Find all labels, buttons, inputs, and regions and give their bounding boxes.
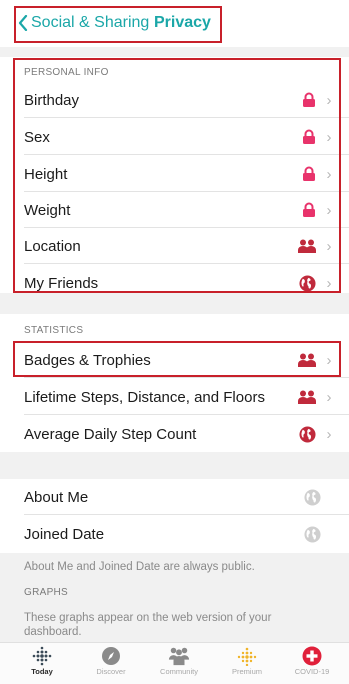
globe-icon (299, 425, 316, 443)
chevron-right-icon: › (326, 388, 332, 406)
globe-icon (304, 525, 321, 543)
page-title: Privacy (154, 14, 211, 31)
red-cross-icon (301, 645, 323, 667)
row-label: About Me (24, 488, 89, 506)
tab-label: Community (160, 667, 198, 676)
tab-label: Today (31, 667, 53, 676)
statistics-header: STATISTICS (24, 325, 84, 336)
compass-icon (100, 645, 122, 667)
row-label: Joined Date (24, 525, 105, 543)
globe-icon (304, 488, 321, 506)
friends-icon (298, 390, 316, 404)
graphs-header: GRAPHS (24, 587, 69, 598)
tab-premium[interactable]: Premium (212, 645, 282, 676)
chevron-left-icon (18, 15, 28, 31)
nav-bar: Social & Sharing Privacy (0, 0, 349, 47)
row-joined-date: Joined Date (0, 516, 349, 552)
graphs-note: These graphs appear on the web version o… (24, 612, 272, 638)
badges-highlight-box (13, 341, 341, 377)
tab-community[interactable]: Community (144, 645, 214, 676)
row-label: Lifetime Steps, Distance, and Floors (24, 388, 265, 406)
tab-bar: Today Discover Community Premium COVID-1 (0, 642, 349, 684)
public-info-note: About Me and Joined Date are always publ… (24, 561, 255, 573)
tab-label: Discover (96, 667, 126, 676)
tab-covid-19[interactable]: COVID-19 (277, 645, 347, 676)
row-lifetime-steps[interactable]: Lifetime Steps, Distance, and Floors › (0, 379, 349, 415)
back-label: Social & Sharing (31, 14, 150, 31)
row-about-me: About Me (0, 479, 349, 515)
chevron-right-icon: › (326, 425, 332, 443)
people-icon (168, 645, 190, 667)
personal-info-highlight-box (13, 58, 341, 293)
dots-grid-icon (31, 645, 53, 667)
tab-label: Premium (231, 667, 262, 676)
premium-dots-icon (236, 645, 258, 667)
row-average-daily-steps[interactable]: Average Daily Step Count › (0, 416, 349, 452)
tab-today[interactable]: Today (7, 645, 77, 676)
tab-label: COVID-19 (294, 667, 330, 676)
row-label: Average Daily Step Count (24, 425, 197, 443)
back-button[interactable]: Social & Sharing (18, 12, 149, 34)
tab-discover[interactable]: Discover (76, 645, 146, 676)
